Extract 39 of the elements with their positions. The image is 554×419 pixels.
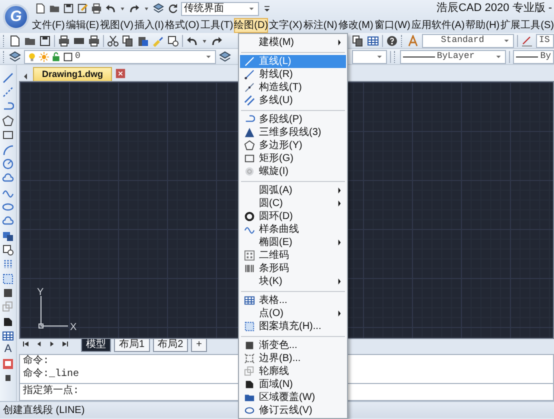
dropdown-value: ByLayer (436, 51, 476, 62)
dropdown-value: Standard (440, 35, 486, 46)
dropdown-value: IS (539, 35, 550, 46)
menu-item-label: 圆(C) (259, 198, 283, 210)
dropdown-value: 传统界面 (184, 2, 225, 14)
command-history-line: 命令:_line (22, 368, 80, 381)
menu-item-label: 构造线(T) (259, 82, 302, 94)
menu-item-label: 直线(L) (259, 56, 292, 68)
menu-item-label: 多线(U) (259, 94, 293, 106)
menu-item-label: 二维码 (259, 250, 289, 262)
menu-item-label: 渐变色... (259, 340, 298, 352)
menu-item-label: 边界(B)... (259, 352, 301, 364)
menu-item-label: 三维多段线(3) (259, 126, 322, 138)
window-title: 浩辰CAD 2020 专业版 - (436, 2, 553, 16)
menu-item-label: 多段线(P) (259, 114, 302, 126)
menu-item-label: 射线(R) (259, 68, 293, 80)
dropdown-value: 0 (75, 51, 82, 62)
axis-label: X (70, 322, 77, 332)
menu-item-label: 区域覆盖(W) (259, 392, 316, 404)
command-history-line: 命令: (22, 355, 50, 368)
menu-item-label: 面域(N) (259, 378, 293, 390)
menu-item-label: 图案填充(H)... (259, 320, 322, 332)
menu-item-label: 条形码 (259, 262, 289, 274)
menu-item-label: 矩形(G) (259, 152, 294, 164)
menu-item-label: 表格... (259, 294, 288, 306)
menu-item-label: 多边形(Y) (259, 140, 302, 152)
axis-label: Y (37, 287, 44, 298)
menu-item-label: 螺旋(I) (259, 166, 288, 178)
menu-item-label: 修订云线(V) (259, 404, 312, 416)
menu-item-label: 圆环(D) (259, 210, 293, 222)
dropdown-value: By (540, 51, 551, 62)
menu-item-label: 椭圆(E) (259, 236, 292, 248)
menu-item-label: 轮廓线 (259, 366, 289, 378)
menu-item-label: 建模(M) (259, 36, 294, 48)
menu-item-label: 圆弧(A) (259, 184, 292, 196)
menu-item-label: 块(K) (259, 276, 282, 288)
menu-item-label: 点(O) (259, 308, 284, 320)
status-text: 创建直线段 (LINE) (3, 405, 85, 416)
menu-item-label: 样条曲线 (259, 224, 299, 236)
